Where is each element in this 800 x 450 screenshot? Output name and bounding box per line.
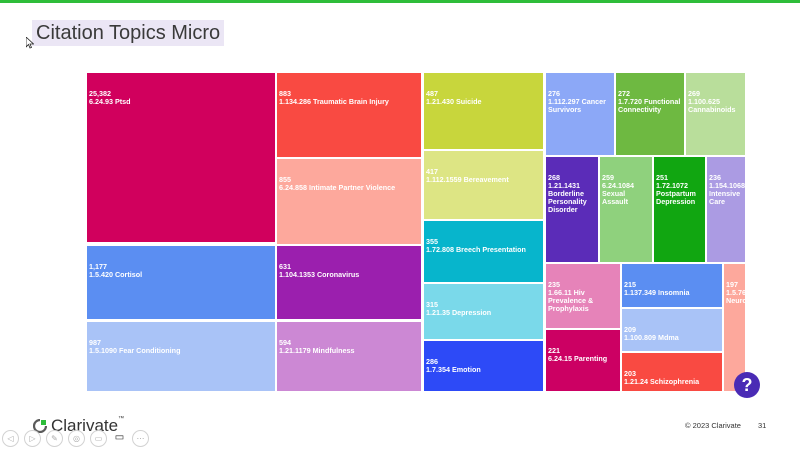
treemap-cell[interactable]: 221 6.24.15 Parenting bbox=[545, 329, 621, 392]
treemap-cell[interactable]: 251 1.72.1072 Postpartum Depression bbox=[653, 156, 706, 263]
treemap-cell[interactable]: 286 1.7.354 Emotion bbox=[423, 340, 544, 392]
treemap-cell[interactable]: 25,382 6.24.93 Ptsd bbox=[86, 72, 276, 243]
treemap-cell-label: 1.7.720 Functional Connectivity bbox=[618, 97, 681, 114]
treemap-cell[interactable]: 209 1.100.809 Mdma bbox=[621, 308, 723, 352]
treemap-cell-label: 1.21.24 Schizophrenia bbox=[624, 377, 700, 386]
treemap-cell-label: 1.21.35 Depression bbox=[426, 308, 492, 317]
treemap-cell[interactable]: 259 6.24.1084 Sexual Assault bbox=[599, 156, 653, 263]
treemap-cell[interactable]: 269 1.100.625 Cannabinoids bbox=[685, 72, 746, 156]
slides-icon[interactable]: ▭ bbox=[90, 430, 107, 447]
treemap-cell-label: 1.100.809 Mdma bbox=[624, 333, 679, 342]
treemap-cell-label: 1.21.1179 Mindfulness bbox=[279, 346, 355, 355]
treemap-cell-label: 6.24.15 Parenting bbox=[548, 354, 608, 363]
treemap-cell-label: 1.100.625 Cannabinoids bbox=[688, 97, 736, 114]
treemap-cell-label: 1.5.1090 Fear Conditioning bbox=[89, 346, 181, 355]
treemap-cell[interactable]: 235 1.66.11 Hiv Prevalence & Prophylaxis bbox=[545, 263, 621, 329]
treemap-cell[interactable]: 987 1.5.1090 Fear Conditioning bbox=[86, 321, 276, 392]
treemap-cell[interactable]: 203 1.21.24 Schizophrenia bbox=[621, 352, 723, 392]
pen-icon[interactable]: ✎ bbox=[46, 430, 63, 447]
treemap-chart: 25,382 6.24.93 Ptsd 1,177 1.5.420 Cortisol 9… bbox=[0, 0, 800, 450]
treemap-cell[interactable]: 276 1.112.297 Cancer Survivors bbox=[545, 72, 615, 156]
treemap-cell-label: 1.72.1072 Postpartum Depression bbox=[656, 181, 696, 206]
treemap-cell-label: 1.66.11 Hiv Prevalence & Prophylaxis bbox=[548, 288, 594, 313]
treemap-cell[interactable]: 883 1.134.286 Traumatic Brain Injury bbox=[276, 72, 422, 158]
treemap-cell[interactable]: 487 1.21.430 Suicide bbox=[423, 72, 544, 150]
treemap-cell-label: 1.134.286 Traumatic Brain Injury bbox=[279, 97, 389, 106]
treemap-cell-label: 1.72.808 Breech Presentation bbox=[426, 245, 526, 254]
treemap-cell-label: 6.24.1084 Sexual Assault bbox=[602, 181, 634, 206]
zoom-icon[interactable]: ◎ bbox=[68, 430, 85, 447]
copyright-text: © 2023 Clarivate bbox=[685, 421, 741, 430]
treemap-cell-label: 1.7.354 Emotion bbox=[426, 365, 481, 374]
treemap-cell-label: 6.24.858 Intimate Partner Violence bbox=[279, 183, 396, 192]
previous-slide-icon[interactable]: ◁ bbox=[2, 430, 19, 447]
treemap-cell-label: 1.21.430 Suicide bbox=[426, 97, 482, 106]
treemap-cell-label: 1.104.1353 Coronavirus bbox=[279, 270, 360, 279]
presentation-controls: ◁ ▷ ✎ ◎ ▭ ▭ ⋯ bbox=[2, 430, 149, 447]
treemap-cell-label: 1.137.349 Insomnia bbox=[624, 288, 690, 297]
treemap-cell-label: 1.5.76 Neuro bbox=[726, 288, 746, 305]
treemap-cell[interactable]: 355 1.72.808 Breech Presentation bbox=[423, 220, 544, 283]
treemap-cell[interactable]: 236 1.154.1068 Intensive Care bbox=[706, 156, 746, 263]
treemap-cell[interactable]: 417 1.112.1559 Bereavement bbox=[423, 150, 544, 220]
next-slide-icon[interactable]: ▷ bbox=[24, 430, 41, 447]
treemap-cell[interactable]: 268 1.21.1431 Borderline Personality Diso… bbox=[545, 156, 599, 263]
treemap-cell-label: 6.24.93 Ptsd bbox=[89, 97, 131, 106]
treemap-cell-label: 1.5.420 Cortisol bbox=[89, 270, 143, 279]
help-button[interactable]: ? bbox=[734, 372, 760, 398]
treemap-cell-label: 1.21.1431 Borderline Personality Disorde… bbox=[548, 181, 587, 214]
more-options-icon[interactable]: ⋯ bbox=[132, 430, 149, 447]
treemap-cell[interactable]: 215 1.137.349 Insomnia bbox=[621, 263, 723, 308]
page-number: 31 bbox=[758, 421, 767, 430]
treemap-cell-label: 1.112.297 Cancer Survivors bbox=[548, 97, 606, 114]
treemap-cell[interactable]: 855 6.24.858 Intimate Partner Violence bbox=[276, 158, 422, 245]
help-icon: ? bbox=[741, 374, 753, 395]
treemap-cell[interactable]: 631 1.104.1353 Coronavirus bbox=[276, 245, 422, 320]
treemap-cell-label: 1.154.1068 Intensive Care bbox=[709, 181, 745, 206]
treemap-cell[interactable]: 1,177 1.5.420 Cortisol bbox=[86, 245, 276, 320]
treemap-cell-label: 1.112.1559 Bereavement bbox=[426, 175, 509, 184]
camera-icon[interactable]: ▭ bbox=[112, 430, 127, 445]
treemap-cell[interactable]: 315 1.21.35 Depression bbox=[423, 283, 544, 340]
treemap-cell[interactable]: 272 1.7.720 Functional Connectivity bbox=[615, 72, 685, 156]
treemap-cell[interactable]: 594 1.21.1179 Mindfulness bbox=[276, 321, 422, 392]
